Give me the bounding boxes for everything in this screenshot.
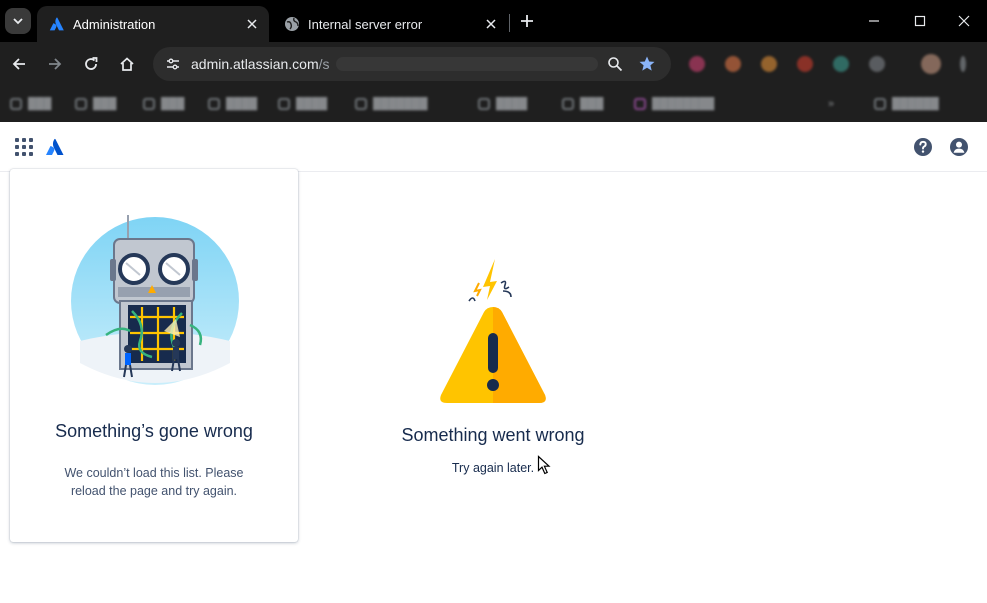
bookmark-item[interactable]: ████ xyxy=(208,97,257,111)
site-settings-icon[interactable] xyxy=(163,54,183,74)
bookmarks-bar: ███ ███ ███ ████ ████ ███████ ████ ███ █… xyxy=(0,86,987,122)
folder-icon xyxy=(143,98,155,110)
bookmark-item[interactable]: ███████ xyxy=(355,97,428,111)
bookmark-label-redacted: ███ xyxy=(93,98,117,110)
bookmark-label-redacted: ████ xyxy=(496,98,528,110)
avatar[interactable] xyxy=(921,54,941,74)
window-close-button[interactable] xyxy=(941,0,987,42)
folder-icon xyxy=(478,98,490,110)
home-icon xyxy=(120,57,134,71)
extension-icon[interactable] xyxy=(869,56,885,72)
mouse-cursor-icon xyxy=(537,455,551,475)
app-header xyxy=(0,122,987,172)
bookmark-item[interactable]: ███ xyxy=(75,97,116,111)
list-error-card: Something’s gone wrong We couldn’t load … xyxy=(10,169,298,542)
minimize-icon xyxy=(869,20,879,22)
zoom-icon[interactable] xyxy=(605,54,625,74)
close-icon[interactable] xyxy=(241,13,263,35)
back-button[interactable] xyxy=(6,52,32,76)
folder-icon xyxy=(634,98,646,110)
bookmark-label-redacted: ████ xyxy=(296,98,328,110)
bookmark-item[interactable]: ████████ xyxy=(634,97,714,111)
folder-icon xyxy=(278,98,290,110)
tab-search-button[interactable] xyxy=(5,8,31,34)
chevron-right-icon: » xyxy=(828,98,835,110)
tab-title: Administration xyxy=(73,16,156,32)
app-switcher-icon[interactable] xyxy=(15,138,33,156)
home-button[interactable] xyxy=(114,52,140,76)
list-error-message: We couldn’t load this list. Please reloa… xyxy=(64,466,244,498)
bookmark-star-icon[interactable] xyxy=(637,54,657,74)
bookmark-item[interactable]: ███ xyxy=(10,97,51,111)
bookmark-item[interactable]: ███ xyxy=(562,97,603,111)
chevron-down-icon xyxy=(13,18,23,25)
url-path: /s xyxy=(318,56,330,72)
globe-icon xyxy=(284,16,300,32)
bookmark-label-redacted: ███ xyxy=(161,98,185,110)
bookmark-item[interactable]: ███ xyxy=(143,97,184,111)
browser-chrome: Administration Internal server error adm… xyxy=(0,0,987,122)
maximize-icon xyxy=(914,15,926,27)
folder-icon xyxy=(562,98,574,110)
extension-icon[interactable] xyxy=(761,56,777,72)
folder-icon xyxy=(208,98,220,110)
minimize-button[interactable] xyxy=(851,0,897,42)
bookmark-label-redacted: ██████ xyxy=(892,98,939,110)
browser-toolbar: admin.atlassian.com /s xyxy=(0,42,987,86)
arrow-left-icon xyxy=(12,58,25,70)
extension-icon[interactable] xyxy=(725,56,741,72)
extension-icon[interactable] xyxy=(689,56,705,72)
close-icon[interactable] xyxy=(480,13,502,35)
arrow-right-icon xyxy=(49,58,62,70)
folder-icon xyxy=(874,98,886,110)
bookmark-item[interactable]: ████ xyxy=(478,97,527,111)
bookmark-label-redacted: ████████ xyxy=(652,98,715,110)
more-bookmarks[interactable]: » xyxy=(828,97,834,111)
maximize-button[interactable] xyxy=(897,0,943,42)
broken-robot-illustration xyxy=(71,215,239,385)
address-bar[interactable]: admin.atlassian.com /s xyxy=(153,47,671,81)
extension-icon[interactable] xyxy=(833,56,849,72)
tab-separator xyxy=(509,14,510,32)
profile-icon[interactable] xyxy=(948,136,970,158)
reload-icon xyxy=(85,57,98,70)
plus-icon xyxy=(521,15,533,27)
help-icon[interactable] xyxy=(912,136,934,158)
reload-button[interactable] xyxy=(78,52,104,76)
forward-button[interactable] xyxy=(42,52,68,76)
tab-administration[interactable]: Administration xyxy=(37,6,269,42)
url-redacted xyxy=(335,57,598,71)
bookmark-label-redacted: ███████ xyxy=(373,98,428,110)
folder-icon xyxy=(10,98,22,110)
atlassian-logo[interactable] xyxy=(45,137,65,157)
bookmark-item[interactable]: ██████ xyxy=(874,97,939,111)
bookmark-label-redacted: ████ xyxy=(226,98,258,110)
extension-icon[interactable] xyxy=(797,56,813,72)
tab-title: Internal server error xyxy=(308,16,423,32)
tab-strip: Administration Internal server error xyxy=(0,0,987,42)
bookmark-label-redacted: ███ xyxy=(28,98,52,110)
url-host: admin.atlassian.com xyxy=(191,56,319,72)
folder-icon xyxy=(355,98,367,110)
close-icon xyxy=(958,15,970,27)
menu-icon[interactable] xyxy=(960,56,966,72)
warning-triangle-illustration xyxy=(440,259,546,403)
bookmark-label-redacted: ███ xyxy=(580,98,604,110)
folder-icon xyxy=(75,98,87,110)
bookmark-item[interactable]: ████ xyxy=(278,97,327,111)
new-tab-button[interactable] xyxy=(516,10,538,32)
page-error-message: Try again later. xyxy=(451,461,535,475)
atlassian-icon xyxy=(49,16,65,32)
page-error-title: Something went wrong xyxy=(401,425,585,445)
list-error-title: Something’s gone wrong xyxy=(55,421,253,441)
tab-internal-server-error[interactable]: Internal server error xyxy=(272,6,508,42)
